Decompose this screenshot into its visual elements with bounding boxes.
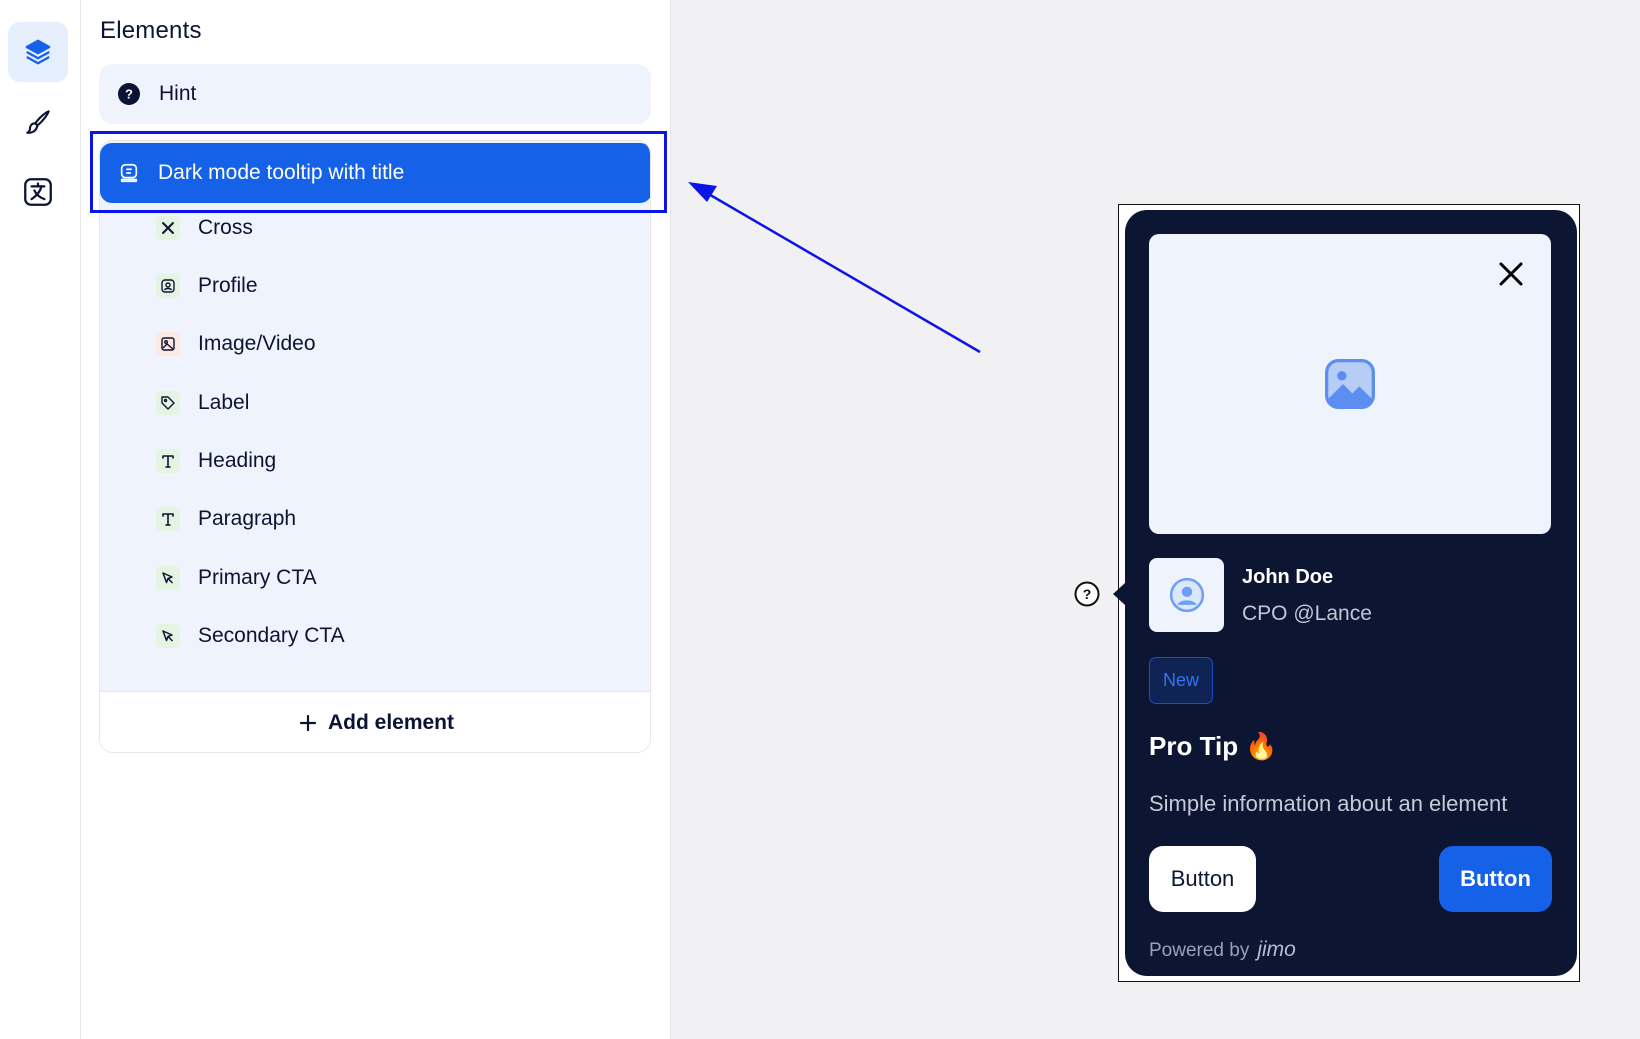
secondary-cta-button[interactable]: Button (1149, 846, 1256, 912)
profile-role: CPO @Lance (1242, 602, 1372, 625)
powered-by-text: Powered by (1149, 940, 1250, 961)
hint-marker-icon[interactable]: ? (1073, 580, 1101, 608)
tooltip-paragraph: Simple information about an element (1149, 791, 1508, 816)
close-button[interactable] (1495, 258, 1527, 290)
status-badge: New (1149, 657, 1213, 704)
profile-name: John Doe (1242, 566, 1334, 588)
media-placeholder[interactable] (1149, 234, 1551, 534)
svg-text:?: ? (1083, 586, 1092, 602)
powered-by: Powered by jimo (1149, 938, 1296, 962)
close-icon (1499, 262, 1523, 286)
image-placeholder-icon (1325, 359, 1375, 409)
tooltip-notch (1113, 583, 1125, 605)
user-icon (1169, 577, 1204, 613)
brand-logo: jimo (1257, 938, 1296, 961)
primary-cta-button[interactable]: Button (1439, 846, 1552, 912)
avatar (1149, 558, 1224, 632)
tooltip-heading: Pro Tip 🔥 (1149, 731, 1278, 761)
dark-tooltip: John Doe CPO @Lance New Pro Tip 🔥 Simple… (1125, 210, 1577, 976)
